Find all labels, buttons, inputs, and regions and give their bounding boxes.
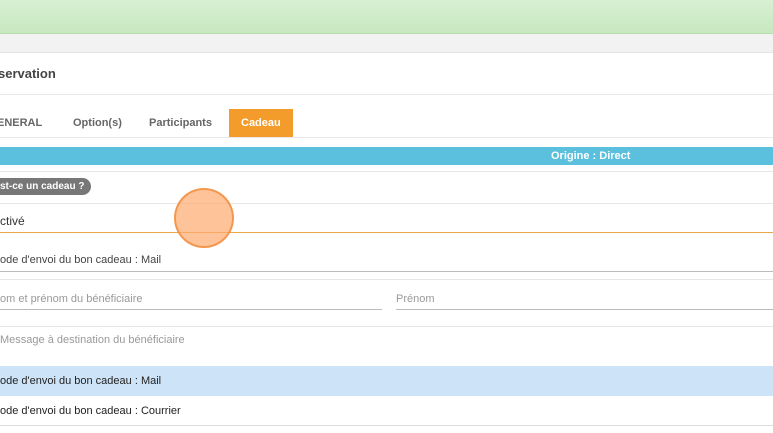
origin-bar: Origine : Direct — [0, 147, 773, 165]
send-mode-underline — [0, 271, 773, 272]
beneficiary-message-textarea[interactable] — [0, 334, 773, 362]
divider — [0, 326, 773, 327]
tab-general[interactable]: ENERAL — [0, 109, 42, 137]
gift-activated-value: ctivé — [0, 214, 25, 228]
divider — [0, 171, 773, 172]
tab-bar: ENERAL Option(s) Participants Cadeau — [0, 109, 773, 137]
divider — [0, 279, 773, 280]
top-banner — [0, 0, 773, 34]
tab-options[interactable]: Option(s) — [73, 109, 122, 137]
send-mode-option-mail[interactable]: ode d'envoi du bon cadeau : Mail — [0, 366, 773, 396]
tabs-divider — [0, 137, 773, 138]
reservation-panel: servation ENERAL Option(s) Participants … — [0, 52, 773, 433]
tab-participants[interactable]: Participants — [149, 109, 212, 137]
option-label: ode d'envoi du bon cadeau : Courrier — [0, 405, 181, 417]
beneficiary-name-input[interactable] — [0, 288, 382, 310]
beneficiary-firstname-input[interactable] — [396, 288, 773, 310]
page-title: servation — [0, 66, 56, 81]
touch-indicator — [174, 188, 234, 248]
tab-cadeau[interactable]: Cadeau — [229, 109, 293, 137]
divider — [0, 203, 773, 204]
title-divider — [0, 94, 773, 95]
gift-activated-select[interactable]: ctivé — [0, 210, 773, 233]
option-label: ode d'envoi du bon cadeau : Mail — [0, 375, 162, 387]
send-mode-option-courrier[interactable]: ode d'envoi du bon cadeau : Courrier — [0, 396, 773, 426]
send-mode-label[interactable]: ode d'envoi du bon cadeau : Mail — [0, 254, 161, 266]
gift-question-badge: st-ce un cadeau ? — [0, 178, 92, 195]
origin-label: Origine : Direct — [551, 150, 631, 162]
